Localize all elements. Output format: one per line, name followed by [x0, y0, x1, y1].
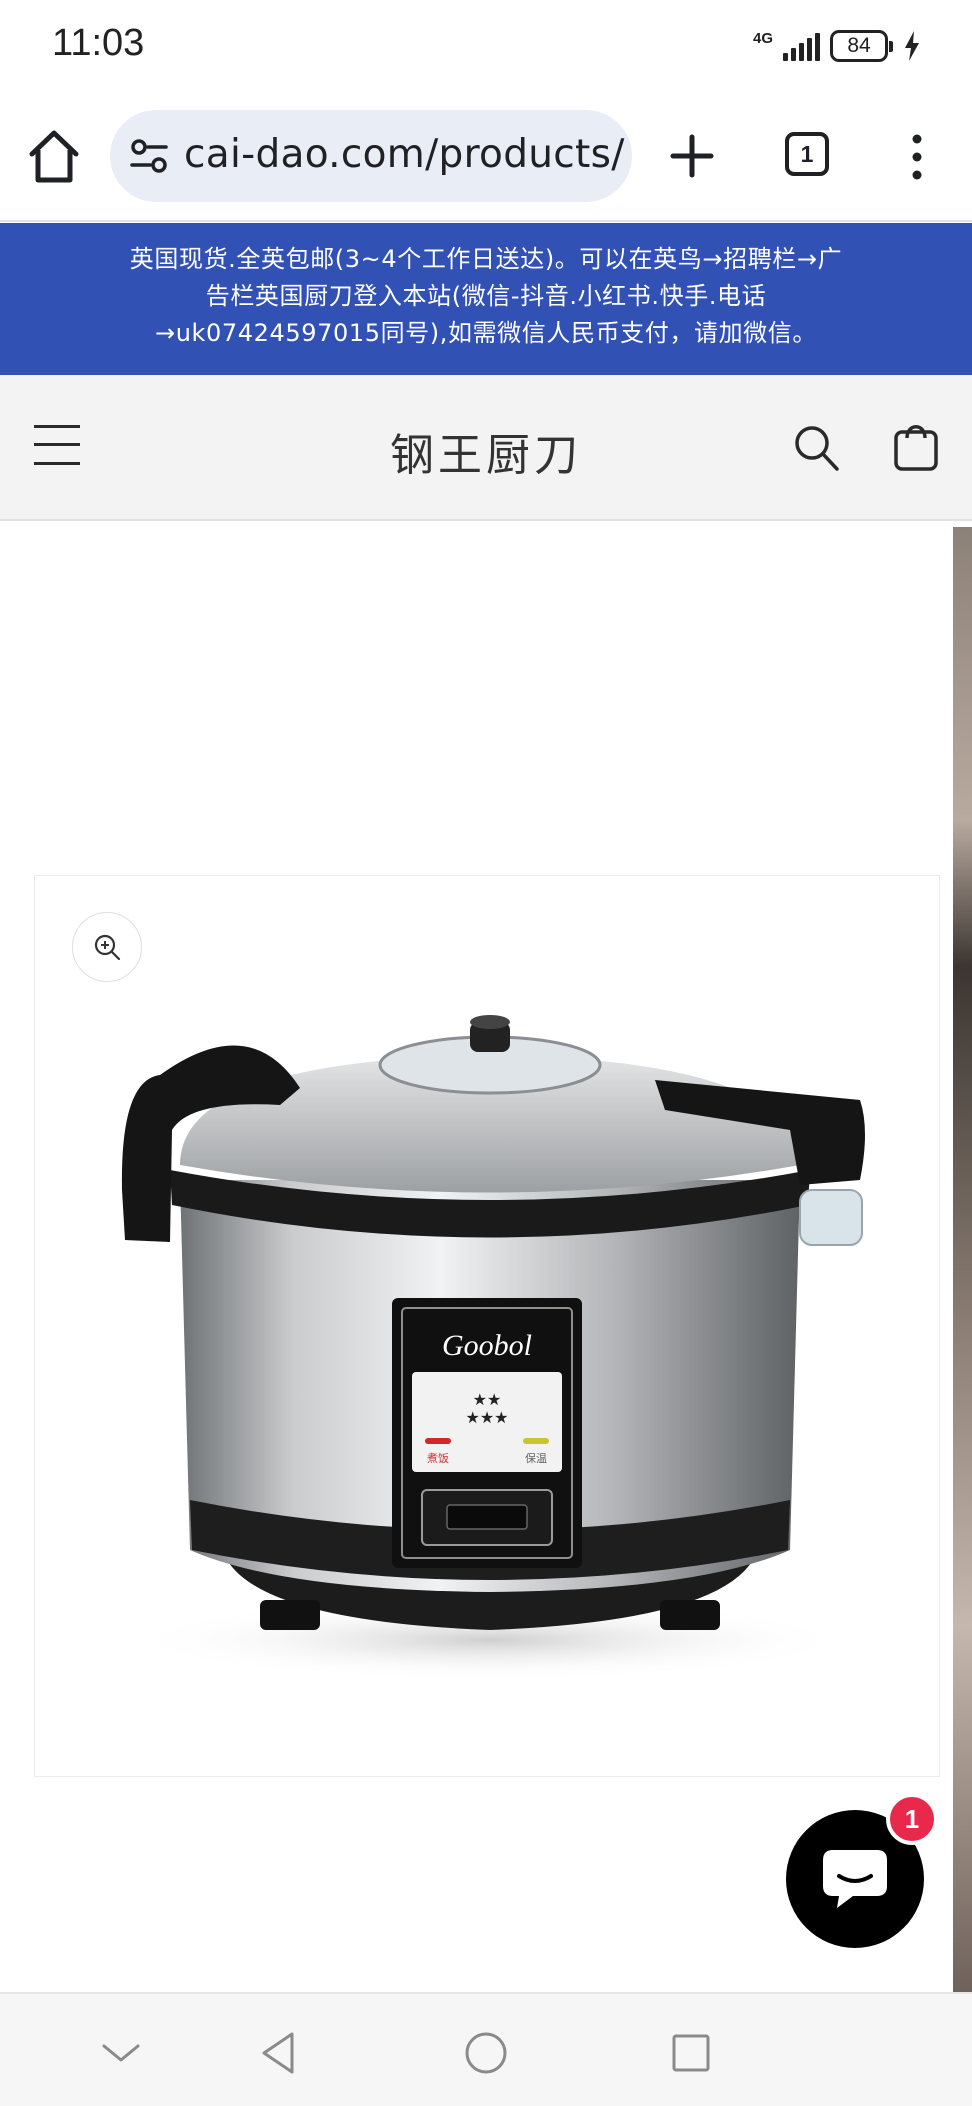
recents-icon[interactable] [666, 2028, 716, 2078]
product-image-rice-cooker: Goobol ★★ ★★★ 煮饭 保温 [121, 1015, 865, 1680]
panel-warm-label: 保温 [525, 1451, 547, 1465]
home-circle-icon[interactable] [461, 2028, 511, 2078]
announcement-bar: 英国现货.全英包邮(3~4个工作日送达)。可以在英鸟→招聘栏→广 告栏英国厨刀登… [0, 223, 972, 375]
browser-toolbar: cai-dao.com/products/ 1 [0, 96, 972, 222]
zoom-in-icon[interactable] [72, 912, 142, 982]
next-product-image-peek[interactable] [953, 527, 972, 1992]
svg-text:★★: ★★ [473, 1390, 502, 1409]
announcement-line-1: 英国现货.全英包邮(3~4个工作日送达)。可以在英鸟→招聘栏→广 [129, 245, 843, 273]
collapse-chevron-icon[interactable] [96, 2028, 146, 2078]
announcement-line-2: 告栏英国厨刀登入本站(微信-抖音.小红书.快手.电话 [205, 282, 767, 310]
battery-icon: 84 [830, 30, 893, 62]
tab-switcher-icon[interactable]: 1 [785, 132, 829, 176]
status-bar: 11:03 4G 84 [0, 0, 972, 96]
search-icon[interactable] [792, 423, 840, 473]
network-type-label: 4G [752, 29, 773, 47]
new-tab-icon[interactable] [668, 132, 716, 180]
svg-text:★★★: ★★★ [465, 1408, 508, 1427]
chat-notification-badge: 1 [886, 1793, 938, 1845]
product-brand-mark: Goobol [442, 1329, 532, 1362]
back-icon[interactable] [254, 2028, 304, 2078]
battery-level: 84 [847, 34, 871, 57]
panel-cook-label: 煮饭 [427, 1452, 449, 1465]
status-indicators: 4G 84 [753, 26, 920, 66]
url-text[interactable]: cai-dao.com/products/ [184, 132, 625, 177]
home-icon[interactable] [26, 126, 82, 186]
cart-icon[interactable] [893, 420, 939, 472]
site-settings-icon[interactable] [130, 138, 168, 174]
address-bar[interactable]: cai-dao.com/products/ [110, 110, 632, 202]
status-time: 11:03 [52, 22, 145, 64]
announcement-line-3: →uk07424597015同号),如需微信人民币支付，请加微信。 [155, 319, 817, 347]
more-menu-icon[interactable] [906, 132, 928, 182]
charging-bolt-icon [905, 31, 919, 61]
system-nav-bar [0, 1992, 972, 2106]
chat-bubble-icon [823, 1850, 887, 1908]
store-header: 钢王厨刀 [0, 375, 972, 521]
signal-icon [783, 31, 820, 61]
page: 11:03 4G 84 cai-dao.com/products/ 1 英国现货… [0, 0, 972, 2106]
